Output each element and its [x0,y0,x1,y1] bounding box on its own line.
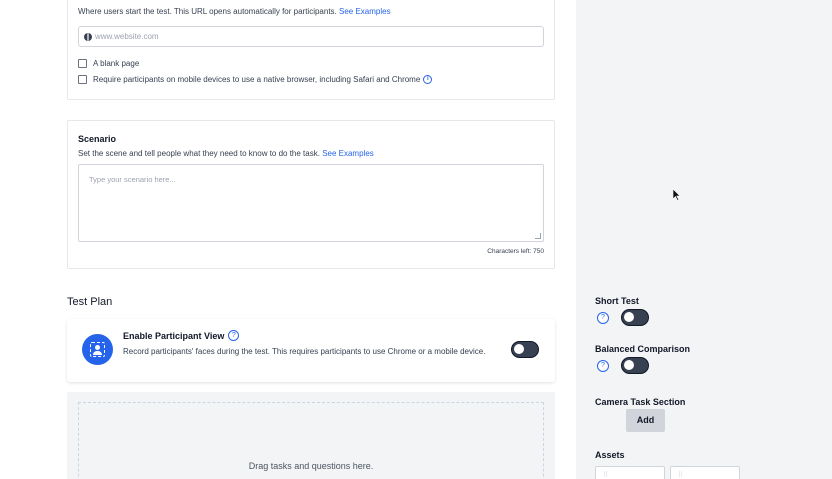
balanced-comparison-toggle[interactable] [621,357,649,374]
scenario-title: Scenario [78,134,117,144]
url-description-text: Where users start the test. This URL ope… [78,7,337,16]
balanced-comparison-help-icon[interactable]: ? [597,360,609,372]
starting-url-card: Where users start the test. This URL ope… [67,0,555,100]
help-icon[interactable]: ? [228,330,240,341]
info-icon[interactable]: i [423,75,433,84]
participant-view-toggle[interactable] [511,341,539,358]
scenario-card: Scenario Set the scene and tell people w… [67,120,555,269]
mouse-cursor-icon [672,188,681,206]
scenario-placeholder: Type your scenario here... [89,175,176,184]
url-placeholder: www.website.com [95,32,159,41]
scenario-description-text: Set the scene and tell people what they … [78,149,320,158]
toggle-knob [514,344,524,354]
camera-task-section-label: Camera Task Section [595,397,686,407]
balanced-comparison-label: Balanced Comparison [595,344,691,354]
short-test-help-icon[interactable]: ? [597,312,609,324]
asset-item[interactable]: ⠿ [595,466,665,479]
url-input[interactable]: www.website.com [78,26,544,47]
blank-page-label: A blank page [93,59,140,68]
scenario-description: Set the scene and tell people what they … [78,149,374,158]
blank-page-option[interactable]: A blank page [78,59,139,68]
scenario-textarea[interactable]: Type your scenario here... [78,164,544,242]
participant-view-card: Enable Participant View ? Record partici… [67,319,555,382]
drag-handle-icon[interactable]: ⠿ [603,471,609,479]
native-browser-checkbox[interactable] [78,75,87,84]
short-test-toggle[interactable] [621,309,649,326]
add-camera-task-button[interactable]: Add [626,409,665,432]
right-sidebar [576,0,832,479]
participant-view-title-text: Enable Participant View [123,330,225,341]
drop-zone-border: Drag tasks and questions here. [78,402,544,479]
blank-page-checkbox[interactable] [78,59,87,68]
participant-view-title: Enable Participant View ? [123,330,240,341]
characters-left: Characters left: 750 [487,248,544,255]
drag-handle-icon[interactable]: ⠿ [678,471,684,479]
task-drop-zone[interactable]: Drag tasks and questions here. [67,392,555,479]
globe-icon [84,33,92,41]
native-browser-option[interactable]: Require participants on mobile devices t… [78,75,433,84]
toggle-knob [624,312,634,322]
toggle-knob [624,360,634,370]
assets-label: Assets [595,450,625,460]
url-description: Where users start the test. This URL ope… [78,7,391,16]
url-see-examples-link[interactable]: See Examples [339,7,391,16]
asset-item[interactable]: ⠿ [670,466,740,479]
short-test-label: Short Test [595,296,639,306]
participant-view-description: Record participants' faces during the te… [123,347,486,356]
test-plan-title: Test Plan [67,296,113,308]
scenario-see-examples-link[interactable]: See Examples [322,149,374,158]
camera-face-icon [82,334,113,365]
drop-zone-text: Drag tasks and questions here. [248,461,374,471]
native-browser-label: Require participants on mobile devices t… [93,75,421,84]
main-panel: Where users start the test. This URL ope… [0,0,576,479]
resize-handle-icon[interactable] [535,233,541,239]
